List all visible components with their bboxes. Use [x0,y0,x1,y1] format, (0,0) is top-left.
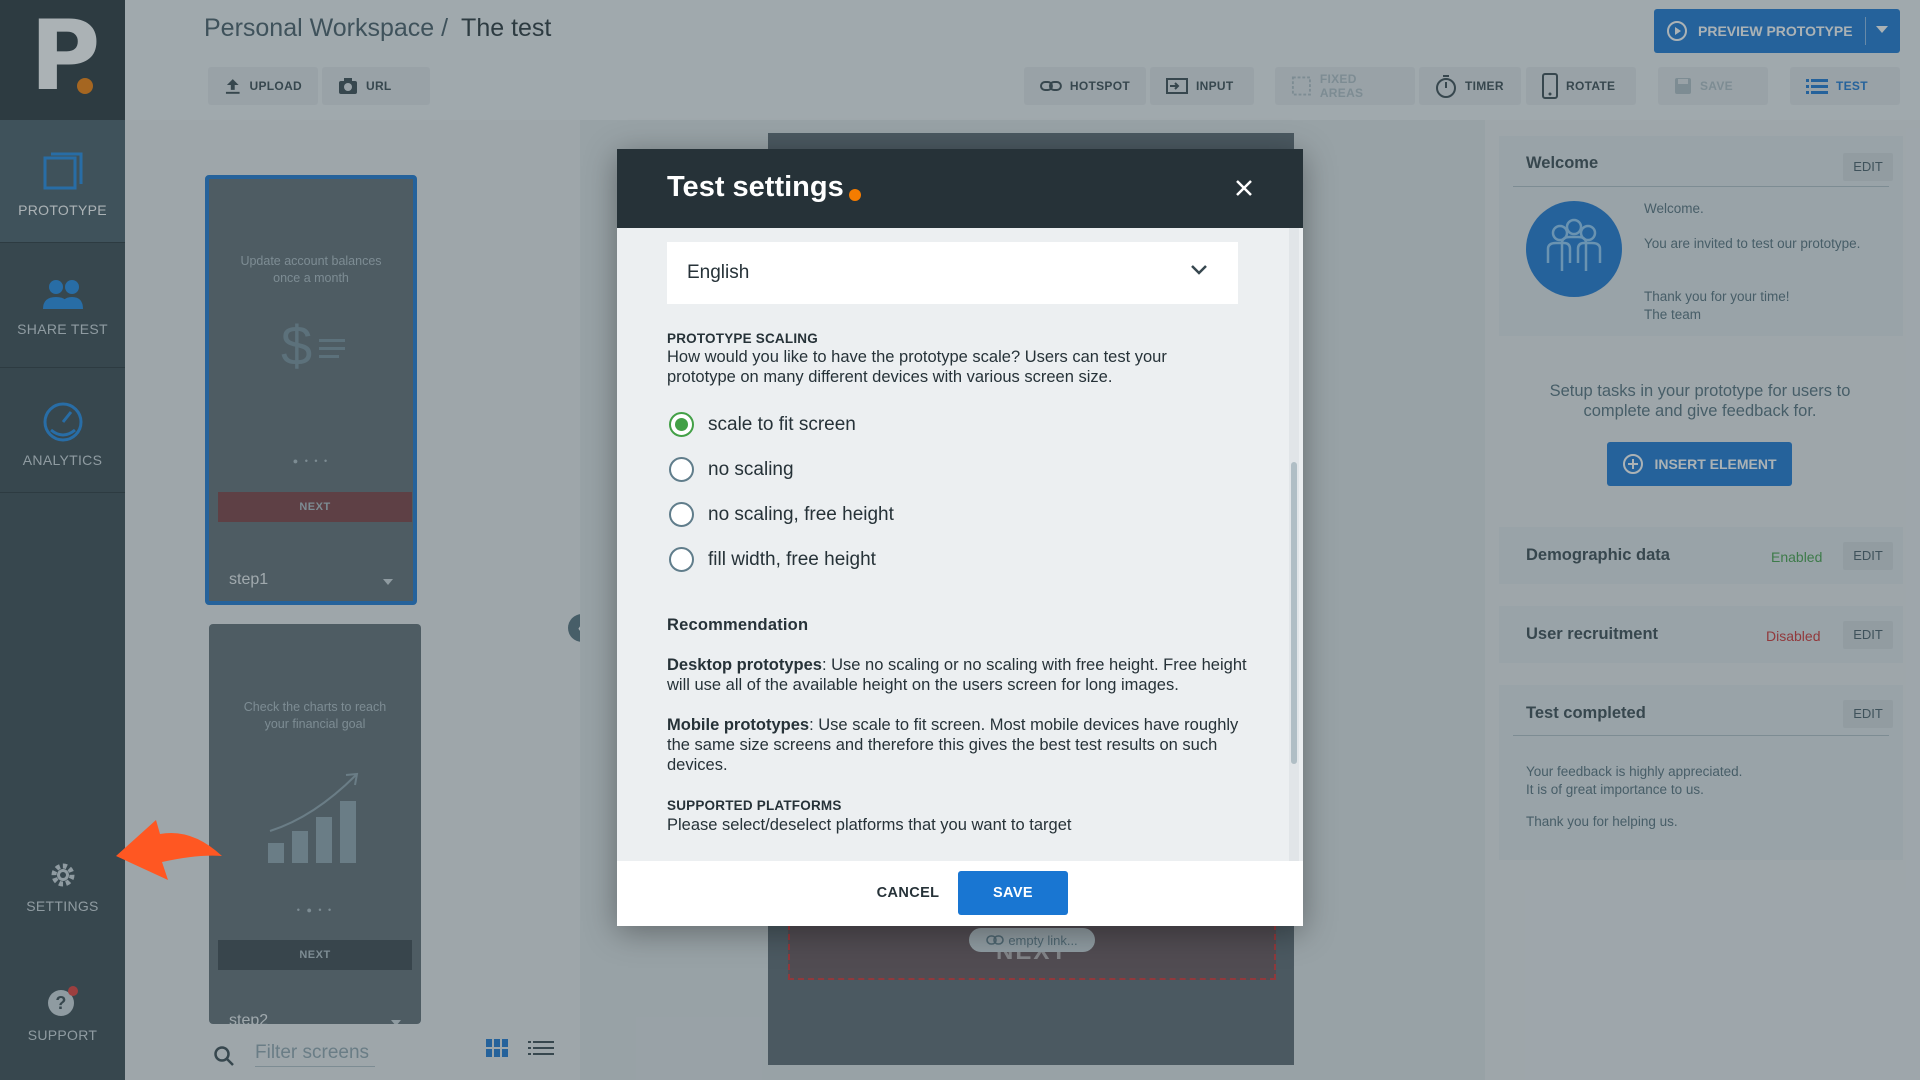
language-value: English [687,262,750,283]
recommendation-heading: Recommendation [667,616,809,634]
scaling-description: How would you like to have the prototype… [667,348,1167,386]
radio-label: fill width, free height [708,548,876,570]
dialog-body[interactable]: English PROTOTYPE SCALING How would you … [617,228,1303,861]
radio-circle[interactable] [669,457,694,482]
radio-fill-width-free-height[interactable]: fill width, free height [669,547,876,572]
save-button[interactable]: SAVE [958,871,1068,915]
radio-circle[interactable] [669,502,694,527]
dialog-header: Test settings [617,149,1303,228]
chevron-down-icon [1191,265,1207,275]
radio-circle[interactable] [669,547,694,572]
scrollbar-thumb[interactable] [1291,462,1297,764]
scaling-heading: PROTOTYPE SCALING [667,331,818,346]
desktop-recommendation: Desktop prototypes: Use no scaling or no… [667,656,1247,696]
mobile-recommendation: Mobile prototypes: Use scale to fit scre… [667,716,1247,775]
language-select[interactable]: English [667,242,1238,304]
close-icon[interactable] [1231,175,1257,201]
dialog-footer: CANCEL SAVE [617,861,1303,926]
radio-no-scaling[interactable]: no scaling [669,457,794,482]
brand-dot [849,189,861,201]
dialog-title: Test settings [667,171,844,203]
desktop-label: Desktop prototypes [667,656,822,674]
radio-label: no scaling [708,458,794,480]
radio-label: no scaling, free height [708,503,894,525]
cancel-button[interactable]: CANCEL [853,871,963,915]
pointer-arrow-icon [116,820,222,880]
test-settings-dialog: Test settings English PROTOTYPE SCALING … [617,149,1303,926]
radio-label: scale to fit screen [708,413,856,435]
radio-no-scaling-free-height[interactable]: no scaling, free height [669,502,894,527]
mobile-label: Mobile prototypes [667,716,810,734]
platforms-description: Please select/deselect platforms that yo… [667,816,1072,834]
radio-circle[interactable] [669,412,694,437]
radio-scale-to-fit-screen[interactable]: scale to fit screen [669,412,856,437]
platforms-heading: SUPPORTED PLATFORMS [667,798,842,813]
